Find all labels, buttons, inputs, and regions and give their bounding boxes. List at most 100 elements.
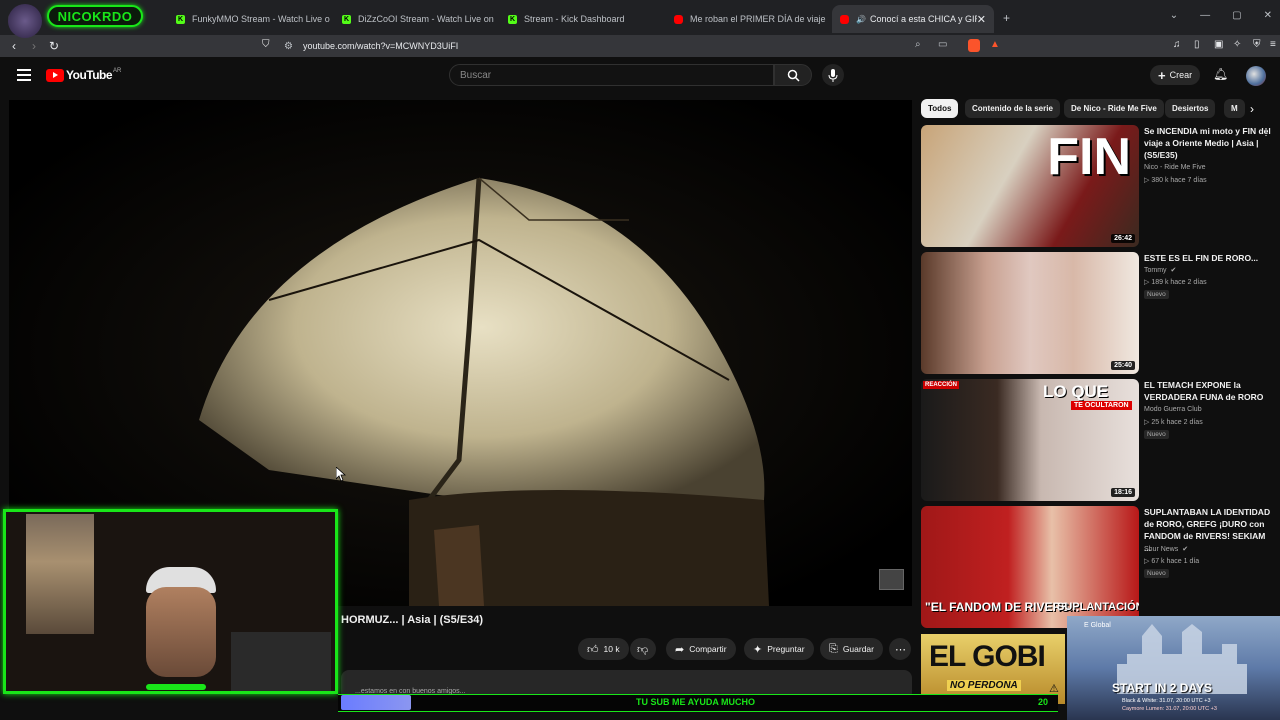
brave-rewards-icon[interactable]: ▲ xyxy=(990,39,1000,50)
brave-shield-icon[interactable] xyxy=(968,39,980,52)
tab-5-active[interactable]: 🔊 Conocí a esta CHICA y GIRO ✕ xyxy=(832,5,994,33)
video-title[interactable]: EL TEMACH EXPONE la VERDADERA FUNA de RO… xyxy=(1144,379,1271,403)
video-stats: ▷ 25 k hace 2 días xyxy=(1144,419,1203,426)
recommended-video[interactable]: REACCIÓN LO QUE TE OCULTARON 18:16 EL TE… xyxy=(921,379,1276,503)
search-input[interactable]: Buscar xyxy=(449,64,774,86)
tab-search-icon[interactable]: ⌄ xyxy=(1170,10,1178,21)
more-options-icon[interactable]: ⋮ xyxy=(1261,127,1271,138)
youtube-logo[interactable]: YouTube AR xyxy=(46,68,121,82)
user-avatar[interactable] xyxy=(1246,66,1266,86)
voice-search-button[interactable] xyxy=(822,64,844,86)
channel-watermark[interactable] xyxy=(879,569,904,590)
create-label: Crear xyxy=(1169,70,1193,80)
chip-label: Todos xyxy=(928,104,952,113)
site-info-icon[interactable]: ⚙ xyxy=(284,41,293,52)
streamer-figure xyxy=(146,587,216,677)
wallet-icon[interactable]: ▣ xyxy=(1214,39,1223,50)
chip-todos[interactable]: Todos xyxy=(921,99,959,118)
extensions-icon[interactable]: ✧ xyxy=(1233,39,1241,50)
sparkle-icon: ✦ xyxy=(753,643,763,656)
logo-text: YouTube xyxy=(66,68,113,82)
browser-menu-icon[interactable]: ≡ xyxy=(1270,39,1276,50)
close-tab-icon[interactable]: ✕ xyxy=(977,13,986,26)
ad-detail-1: Black & White: 31.07, 20:00 UTC +3 xyxy=(1122,698,1211,704)
tab-1[interactable]: K FunkyMMO Stream - Watch Live on xyxy=(168,5,330,33)
chip-de-nico[interactable]: De Nico - Ride Me Five xyxy=(1064,99,1164,118)
create-button[interactable]: + Crear xyxy=(1150,65,1201,85)
verified-icon: ✔︎ xyxy=(1170,267,1177,274)
ad-detail-2: Caymore Lumen: 31.07, 20:00 UTC +3 xyxy=(1122,706,1217,712)
vpn-icon[interactable]: ⛨ xyxy=(1253,39,1261,50)
channel-row[interactable]: Shur News ✔︎ xyxy=(1144,545,1188,553)
tab-2[interactable]: K DiZzCoOI Stream - Watch Live on Kic xyxy=(334,5,496,33)
recommended-video[interactable]: "EL FANDOM DE RIVERS... SUPLANTACIÓN DE … xyxy=(921,506,1276,630)
kick-icon: K xyxy=(508,14,517,24)
notifications-bell-icon[interactable]: 🔔︎ xyxy=(1213,67,1228,81)
search-button[interactable] xyxy=(774,64,812,86)
more-icon: ⋯ xyxy=(895,643,906,656)
channel-name: Shur News xyxy=(1144,546,1179,553)
tab-4[interactable]: Me roban el PRIMER DÍA de viaje | A xyxy=(666,5,828,33)
channel-name[interactable]: Modo Guerra Club xyxy=(1144,406,1202,413)
country-code: AR xyxy=(113,68,122,74)
ask-label: Preguntar xyxy=(767,644,805,654)
chevron-right-icon[interactable]: › xyxy=(1250,102,1254,116)
tab-label: Me roban el PRIMER DÍA de viaje | A xyxy=(690,14,828,24)
video-duration: 18:16 xyxy=(1111,488,1135,497)
video-stats: ▷ 67 k hace 1 día xyxy=(1144,558,1200,565)
url-field[interactable]: ⚙ youtube.com/watch?v=MCWNYD3UiFI xyxy=(284,35,458,57)
more-actions-button[interactable]: ⋯ xyxy=(889,638,911,660)
speaker-icon: 🔊 xyxy=(856,14,866,24)
thumbnail-subtext: TE OCULTARON xyxy=(1071,401,1132,410)
bookmark-icon[interactable]: ⛉ xyxy=(262,39,270,50)
back-icon[interactable]: ‹ xyxy=(4,39,24,53)
save-button[interactable]: ⎘ Guardar xyxy=(820,638,883,660)
video-stats: ▷ 380 k hace 7 días xyxy=(1144,177,1207,184)
video-title: HORMUZ... | Asia | (S5/E34) xyxy=(341,614,484,626)
like-button[interactable]: 👍︎ 10 k xyxy=(578,638,629,660)
channel-row[interactable]: Tommy ✔︎ xyxy=(1144,266,1176,274)
streamer-name-badge: NICOKRDO xyxy=(47,5,143,27)
video-thumbnail[interactable]: 25:40 xyxy=(921,252,1139,374)
new-badge: Nuevo xyxy=(1144,290,1169,299)
webcam-overlay xyxy=(3,509,338,694)
chip-more[interactable]: M xyxy=(1224,99,1245,118)
new-badge: Nuevo xyxy=(1144,569,1169,578)
reload-icon[interactable]: ↻ xyxy=(44,39,64,53)
tab-3[interactable]: K Stream - Kick Dashboard xyxy=(500,5,662,33)
browser-tab-bar: K FunkyMMO Stream - Watch Live on K DiZz… xyxy=(0,0,1280,35)
cast-icon[interactable]: ▭ xyxy=(938,39,947,50)
share-button[interactable]: ➦ Compartir xyxy=(666,638,736,660)
video-thumbnail[interactable]: FIN 26:42 xyxy=(921,125,1139,247)
close-window-icon[interactable]: ✕ xyxy=(1264,10,1272,21)
chip-desiertos[interactable]: Desiertos xyxy=(1165,99,1216,118)
recommended-video[interactable]: FIN 26:42 Se INCENDIA mi moto y FIN del … xyxy=(921,125,1276,249)
chip-contenido-serie[interactable]: Contenido de la serie xyxy=(965,99,1060,118)
zoom-icon[interactable]: ⌕ xyxy=(915,39,921,50)
music-icon[interactable]: ♫ xyxy=(1173,39,1181,50)
channel-name[interactable]: Nico - Ride Me Five xyxy=(1144,164,1205,171)
ask-button[interactable]: ✦ Preguntar xyxy=(744,638,814,660)
hamburger-menu-icon[interactable] xyxy=(17,69,31,81)
minimize-icon[interactable]: — xyxy=(1200,10,1210,21)
reaction-tag: REACCIÓN xyxy=(923,381,960,389)
new-tab-icon[interactable]: + xyxy=(1003,11,1010,25)
video-title[interactable]: ESTE ES EL FIN DE RORO... xyxy=(1144,252,1271,264)
microphone-icon xyxy=(828,68,838,82)
forward-icon[interactable]: › xyxy=(24,39,44,53)
dislike-button[interactable]: 👎︎ xyxy=(630,638,656,660)
recommended-video[interactable]: 25:40 ESTE ES EL FIN DE RORO... Tommy ✔︎… xyxy=(921,252,1276,376)
video-title[interactable]: Se INCENDIA mi moto y FIN del viaje a Or… xyxy=(1144,125,1271,161)
verified-icon: ✔︎ xyxy=(1182,546,1189,553)
filter-chips: Todos Contenido de la serie De Nico - Ri… xyxy=(921,99,1271,119)
video-thumbnail[interactable]: "EL FANDOM DE RIVERS... SUPLANTACIÓN DE xyxy=(921,506,1139,628)
url-text: youtube.com/watch?v=MCWNYD3UiFI xyxy=(302,41,459,51)
maximize-icon[interactable]: ▢ xyxy=(1232,10,1241,21)
chip-label: De Nico - Ride Me Five xyxy=(1071,104,1157,113)
desk-equipment xyxy=(231,632,331,691)
sidebar-icon[interactable]: ▯ xyxy=(1194,39,1200,50)
chip-label: M xyxy=(1231,104,1238,113)
video-thumbnail[interactable]: REACCIÓN LO QUE TE OCULTARON 18:16 xyxy=(921,379,1139,501)
webcam-progress xyxy=(146,684,206,690)
tab-label: FunkyMMO Stream - Watch Live on xyxy=(192,14,330,24)
